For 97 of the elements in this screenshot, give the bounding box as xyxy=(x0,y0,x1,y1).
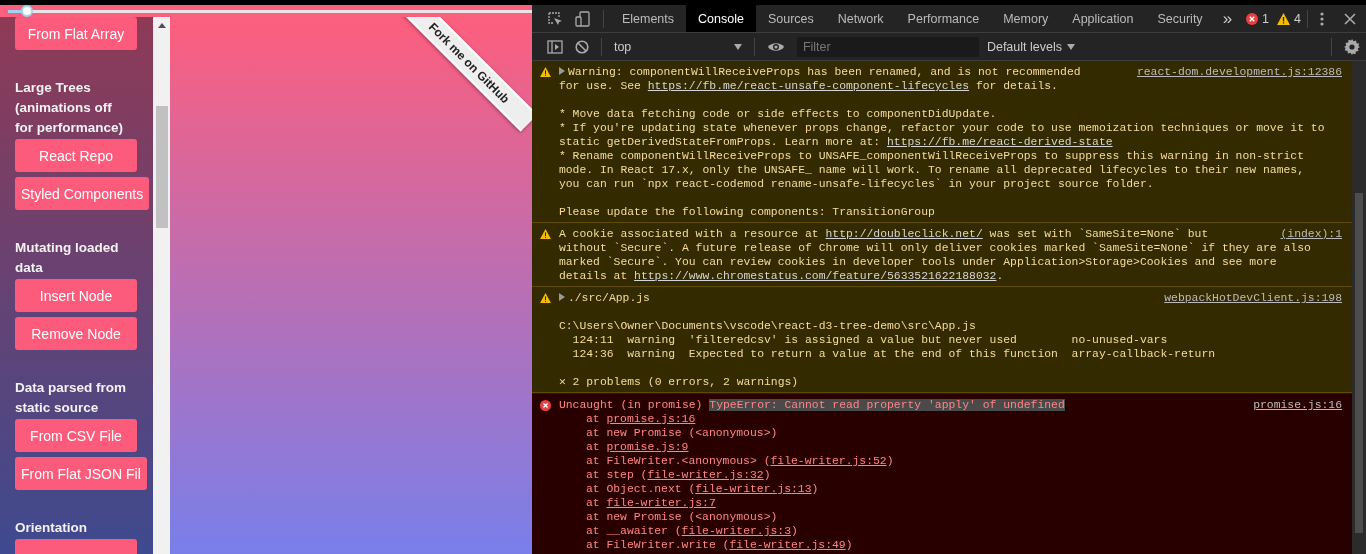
inspect-icon[interactable] xyxy=(546,10,563,27)
message-text: ) xyxy=(845,539,853,551)
message-text: at FileWriter.<anonymous> ( xyxy=(585,455,771,467)
devtools-tab[interactable]: Network xyxy=(825,5,896,32)
scrollbar-thumb[interactable] xyxy=(155,106,168,228)
message-link[interactable]: file-writer.js:49 xyxy=(729,539,846,551)
message-text: 124:11 warning 'filteredcsv' is assigned a value but never used no-unused-vars xyxy=(571,334,1168,346)
message-text: * If you're updating state whenever props change, refactor your code to use memoization techniques or move it to xyxy=(558,122,1325,134)
scrollbar-thumb[interactable] xyxy=(1355,193,1363,533)
scroll-up-icon[interactable] xyxy=(157,23,166,28)
devtools-tab[interactable]: Sources xyxy=(755,5,826,32)
section-heading: Orientation xyxy=(15,519,88,537)
warning-icon xyxy=(539,293,551,303)
devtools-tab[interactable]: Memory xyxy=(991,5,1061,32)
message-text: Warning: componentWillReceiveProps has been renamed, and is not recommended xyxy=(567,66,1081,78)
message-link[interactable]: https://www.chromestatus.com/feature/5633521622188032 xyxy=(634,270,997,282)
message-text: for use. See xyxy=(558,80,642,92)
message-text: at new Promise (<anonymous>) xyxy=(585,511,778,523)
device-toolbar-icon[interactable] xyxy=(574,10,591,27)
message-text: static getDerivedStateFromProps. Learn more at: xyxy=(558,136,882,148)
message-text: A cookie associated with a resource at xyxy=(558,228,820,240)
more-tabs-button[interactable]: » xyxy=(1216,8,1239,29)
message-text: at step ( xyxy=(585,469,648,481)
context-dropdown[interactable]: top xyxy=(607,39,748,54)
message-text: at FileWriter.write ( xyxy=(585,539,730,551)
source-link[interactable]: webpackHotDevClient.js:198 xyxy=(1164,291,1342,305)
section-heading: Data parsed from static source xyxy=(15,379,128,417)
warning-count: 4 xyxy=(1294,11,1301,26)
message-text: * Move data fetching code or side effects to componentDidUpdate. xyxy=(558,108,997,120)
scrollbar[interactable] xyxy=(153,17,170,554)
clear-console-icon[interactable] xyxy=(574,39,589,54)
message-text: ) xyxy=(811,483,819,495)
filter-field[interactable]: Filter xyxy=(796,36,979,57)
source-link[interactable]: react-dom.development.js:12386 xyxy=(1136,65,1342,79)
section-heading: Mutating loaded data xyxy=(15,239,120,277)
message-text: at Object.next ( xyxy=(585,483,696,495)
message-text: Please update the following components: TransitionGroup xyxy=(558,206,935,218)
sidebar-toggle-icon[interactable] xyxy=(546,39,563,54)
message-link[interactable]: https://fb.me/react-derived-state xyxy=(887,136,1113,148)
message-text: for details. xyxy=(974,80,1058,92)
message-text: at xyxy=(585,497,601,509)
message-text: ✕ 2 problems (0 errors, 2 warnings) xyxy=(558,376,799,388)
message-text: . xyxy=(996,270,1004,282)
message-text: details at xyxy=(558,270,629,282)
caret-icon xyxy=(1066,43,1075,50)
message-text: C:\Users\Owner\Documents\vscode\react-d3-tree-demo\src\App.js xyxy=(558,320,976,332)
message-text: at __awaiter ( xyxy=(585,525,682,537)
scrollbar[interactable] xyxy=(1352,61,1366,554)
message-text: * Rename componentWillReceiveProps to UNSAFE_componentWillReceiveProps to suppress this warning in non-strict xyxy=(558,150,1304,162)
error-count: 1 xyxy=(1262,11,1270,26)
levels-dropdown[interactable]: Default levels xyxy=(986,39,1075,54)
message-text: at xyxy=(585,441,601,453)
message-text: ) xyxy=(886,455,894,467)
message-text: ./src/App.js xyxy=(567,292,650,304)
devtools-tab[interactable]: Performance xyxy=(895,5,992,32)
source-link[interactable]: promise.js:16 xyxy=(1253,398,1342,412)
message-link[interactable]: file-writer.js:13 xyxy=(695,483,812,495)
message-link[interactable]: file-writer.js:32 xyxy=(647,469,764,481)
message-text: ) xyxy=(763,469,771,481)
warning-icon xyxy=(539,229,551,239)
message-text: was set with `SameSite=None` but xyxy=(988,228,1209,240)
slider-thumb[interactable] xyxy=(21,5,34,17)
devtools-tab[interactable]: Security xyxy=(1145,5,1215,32)
expand-triangle-icon[interactable] xyxy=(558,293,565,301)
message-link[interactable]: http://doubleclick.net/ xyxy=(825,228,983,240)
expand-triangle-icon[interactable] xyxy=(558,67,565,75)
message-link[interactable]: file-writer.js:7 xyxy=(606,497,716,509)
source-link[interactable]: (index):1 xyxy=(1280,227,1342,241)
caret-icon xyxy=(733,43,742,50)
slider[interactable] xyxy=(0,5,532,17)
devtools-tab[interactable]: Console xyxy=(686,5,756,32)
message-text: marked `Secure`. You can review cookies in developer tools under Application>Storage>Cookies and see more xyxy=(558,256,1277,268)
close-icon[interactable] xyxy=(1344,12,1356,25)
message-text: Uncaught (in promise) xyxy=(558,399,704,411)
message-link[interactable]: file-writer.js:52 xyxy=(770,455,887,467)
message-text: you can run `npx react-codemod rename-unsafe-lifecycles` in your project source folder. xyxy=(558,178,1154,190)
settings-icon[interactable] xyxy=(1344,38,1360,55)
message-link[interactable]: https://fb.me/react-unsafe-component-lifecycles xyxy=(647,80,970,92)
warning-icon xyxy=(1277,12,1291,25)
devtools-tab[interactable]: Application xyxy=(1060,5,1146,32)
error-icon xyxy=(1246,12,1259,25)
error-icon xyxy=(539,400,551,411)
message-text: mode. In React 17.x, only the UNSAFE_ name will work. To rename all deprecated lifecycles to their new names, xyxy=(558,164,1304,176)
warning-icon xyxy=(539,67,551,77)
message-text: ) xyxy=(791,525,798,537)
message-text: at xyxy=(585,413,601,425)
message-link[interactable]: promise.js:9 xyxy=(606,441,689,453)
message-text: at new Promise (<anonymous>) xyxy=(585,427,778,439)
devtools-tab[interactable]: Elements xyxy=(609,5,686,32)
message-link[interactable]: promise.js:16 xyxy=(606,413,696,425)
kebab-menu-icon[interactable] xyxy=(1320,10,1324,27)
eye-icon[interactable] xyxy=(766,40,785,53)
message-link[interactable]: file-writer.js:3 xyxy=(681,525,791,537)
message-text: 124:36 warning Expected to return a value at the end of this function array-callback-return xyxy=(571,348,1216,360)
section-heading: Large Trees (animations off for performance) xyxy=(15,79,125,137)
highlighted-message-text: TypeError: Cannot read property 'apply' of undefined xyxy=(709,399,1065,411)
message-text: without `Secure`. A future release of Chrome will only deliver cookies marked `SameSite=None` if they are also xyxy=(558,242,1311,254)
